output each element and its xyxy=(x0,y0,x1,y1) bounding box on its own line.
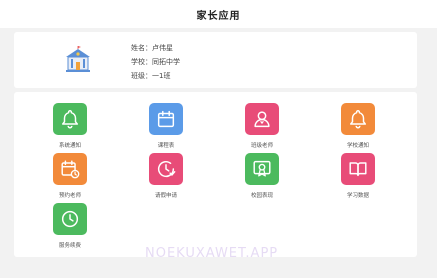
app-icon-tile[interactable] xyxy=(53,203,87,235)
app-tile-timetable[interactable]: 课程表 xyxy=(136,103,196,157)
app-label: 班级老师 xyxy=(250,143,273,149)
app-grid: 系统通知 课程表 班级老师 学校通知 预约老师 请假申请 校园表现 学习数据 服… xyxy=(14,92,417,257)
app-icon-tile[interactable] xyxy=(53,103,87,135)
student-name-row: 姓名： 卢伟星 xyxy=(131,41,180,55)
app-label: 校园表现 xyxy=(250,193,273,199)
top-bar: 家长应用 xyxy=(0,0,437,28)
teacher-icon xyxy=(254,111,270,128)
clock-icon xyxy=(61,210,79,228)
app-label: 学习数据 xyxy=(346,193,369,199)
app-icon-tile[interactable] xyxy=(149,153,183,185)
app-tile-school-notice[interactable]: 学校通知 xyxy=(328,103,388,157)
app-icon-tile[interactable] xyxy=(149,103,183,135)
app-screen: 家长应用 姓名： 卢伟星 学校： 同拓中学 班级： 一1班 系统通知 课程表 班… xyxy=(0,0,437,278)
app-tile-learning-data[interactable]: 学习数据 xyxy=(328,153,388,207)
student-profile-card: 姓名： 卢伟星 学校： 同拓中学 班级： 一1班 xyxy=(14,32,417,88)
name-value: 卢伟星 xyxy=(152,44,173,52)
student-info: 姓名： 卢伟星 学校： 同拓中学 班级： 一1班 xyxy=(131,41,180,83)
class-value: 一1班 xyxy=(152,72,171,80)
school-row: 学校： 同拓中学 xyxy=(131,55,180,69)
school-building-icon xyxy=(66,46,90,72)
app-tile-class-teacher[interactable]: 班级老师 xyxy=(232,103,292,157)
app-label: 请假申请 xyxy=(154,193,177,199)
app-tile-book-teacher[interactable]: 预约老师 xyxy=(40,153,100,207)
app-label: 课程表 xyxy=(157,143,175,149)
award-icon xyxy=(253,160,271,177)
app-tile-service-renewal[interactable]: 服务续费 xyxy=(40,203,100,257)
school-label: 学校： xyxy=(131,58,152,66)
app-label: 学校通知 xyxy=(346,143,369,149)
app-tile-leave-request[interactable]: 请假申请 xyxy=(136,153,196,207)
watermark-text: NOEKUXAWET.APP xyxy=(145,246,279,261)
school-value: 同拓中学 xyxy=(152,58,180,66)
app-label: 系统通知 xyxy=(58,143,81,149)
page-title: 家长应用 xyxy=(196,10,241,22)
name-label: 姓名： xyxy=(131,44,152,52)
app-tile-campus-performance[interactable]: 校园表现 xyxy=(232,153,292,207)
app-label: 预约老师 xyxy=(58,193,81,199)
app-icon-tile[interactable] xyxy=(245,103,279,135)
bell-icon xyxy=(61,110,79,129)
leave-request-icon xyxy=(158,160,176,178)
class-row: 班级： 一1班 xyxy=(131,69,180,83)
app-icon-tile[interactable] xyxy=(341,103,375,135)
bell-icon xyxy=(349,110,367,129)
app-icon-tile[interactable] xyxy=(341,153,375,185)
class-label: 班级： xyxy=(131,72,152,80)
app-tile-system-notice[interactable]: 系统通知 xyxy=(40,103,100,157)
calendar-icon xyxy=(157,110,175,128)
app-icon-tile[interactable] xyxy=(53,153,87,185)
app-icon-tile[interactable] xyxy=(245,153,279,185)
appointment-icon xyxy=(61,160,80,179)
app-label: 服务续费 xyxy=(58,243,81,249)
book-icon xyxy=(349,162,367,177)
